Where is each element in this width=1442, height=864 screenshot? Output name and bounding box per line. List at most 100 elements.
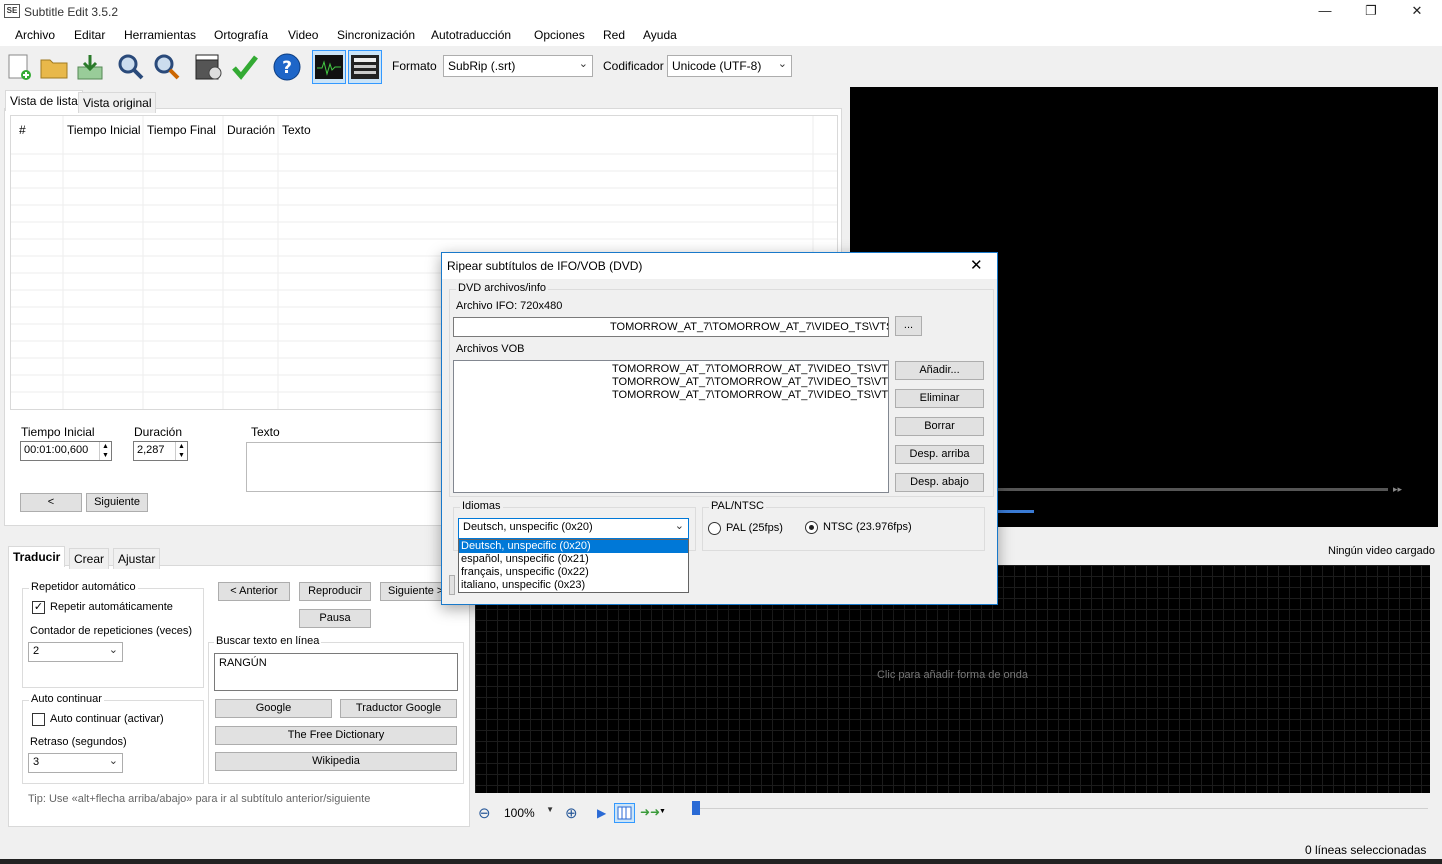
minimize-button[interactable]: — — [1302, 0, 1348, 24]
auto-repeat-checkbox[interactable]: ✓ — [32, 601, 45, 614]
dialog-button-edge[interactable] — [449, 575, 455, 595]
vob-files-list[interactable]: TOMORROW_AT_7\TOMORROW_AT_7\VIDEO_TS\VTS… — [453, 360, 889, 493]
zoom-in-icon[interactable]: ⊕ — [565, 804, 578, 822]
format-label: Formato — [392, 59, 437, 73]
window-title: Subtitle Edit 3.5.2 — [24, 5, 119, 19]
menu-red[interactable]: Red — [603, 28, 625, 42]
tab-ajustar[interactable]: Ajustar — [113, 548, 161, 569]
menu-herramientas[interactable]: Herramientas — [124, 28, 196, 42]
google-translate-button[interactable]: Traductor Google — [340, 699, 457, 718]
menu-archivo[interactable]: Archivo — [15, 28, 55, 42]
chevron-down-icon[interactable]: ▼ — [659, 808, 666, 815]
menu-opciones[interactable]: Opciones — [534, 28, 585, 42]
menu-editar[interactable]: Editar — [74, 28, 105, 42]
status-selected-lines: 0 líneas seleccionadas — [1305, 843, 1427, 857]
volume-bar[interactable] — [998, 510, 1034, 513]
auto-continue-checkbox[interactable] — [32, 713, 45, 726]
repeat-count-select[interactable]: 2 ⌄ — [28, 642, 123, 662]
language-option[interactable]: italiano, unspecific (0x23) — [459, 579, 688, 592]
browse-button[interactable]: ... — [895, 316, 922, 336]
position-slider-track[interactable] — [700, 808, 1428, 809]
pause-button[interactable]: Pausa — [299, 609, 371, 628]
visual-sync-icon[interactable] — [192, 50, 226, 84]
zoom-out-icon[interactable]: ⊖ — [478, 804, 491, 822]
chevron-down-icon: ⌄ — [674, 520, 684, 532]
vob-files-label: Archivos VOB — [456, 343, 525, 355]
tab-vista-original[interactable]: Vista original — [78, 92, 157, 113]
start-time-input[interactable]: 00:01:00,600 ▲ ▼ — [20, 441, 112, 461]
svg-text:?: ? — [282, 58, 292, 78]
tab-traducir[interactable]: Traducir — [8, 546, 66, 567]
language-option[interactable]: Deutsch, unspecific (0x20) — [459, 540, 688, 553]
next-subtitle-button[interactable]: Siguiente > — [380, 582, 446, 601]
tab-crear[interactable]: Crear — [69, 548, 110, 569]
previous-subtitle-button[interactable]: < Anterior — [218, 582, 290, 601]
menu-video[interactable]: Video — [288, 28, 318, 42]
vob-file-item[interactable]: TOMORROW_AT_7\TOMORROW_AT_7\VIDEO_TS\VTS… — [612, 389, 888, 401]
spin-arrows-icon[interactable]: ▲ ▼ — [175, 442, 187, 460]
find-icon[interactable] — [114, 50, 148, 84]
auto-continue-title: Auto continuar — [29, 693, 104, 705]
new-file-icon[interactable] — [2, 50, 36, 84]
position-slider-thumb[interactable] — [692, 801, 700, 815]
delay-select[interactable]: 3 ⌄ — [28, 753, 123, 773]
format-select[interactable]: SubRip (.srt) ⌄ — [443, 55, 593, 77]
menu-bar: Archivo Editar Herramientas Ortografía V… — [0, 24, 1442, 46]
waveform-toggle-icon[interactable] — [312, 50, 346, 84]
tab-vista-de-lista[interactable]: Vista de lista — [5, 90, 83, 111]
menu-sincronizacion[interactable]: Sincronización — [337, 28, 415, 42]
search-text-input[interactable]: RANGÚN — [214, 653, 458, 691]
column-header-number[interactable]: # — [19, 123, 26, 137]
language-select[interactable]: Deutsch, unspecific (0x20) ⌄ — [458, 518, 689, 539]
add-vob-button[interactable]: Añadir... — [895, 361, 984, 380]
open-folder-icon[interactable] — [37, 50, 71, 84]
play-button[interactable]: Reproducir — [299, 582, 371, 601]
close-button[interactable]: ✕ — [1394, 0, 1440, 24]
vob-file-item[interactable]: TOMORROW_AT_7\TOMORROW_AT_7\VIDEO_TS\VTS… — [612, 363, 888, 375]
vob-file-item[interactable]: TOMORROW_AT_7\TOMORROW_AT_7\VIDEO_TS\VTS… — [612, 376, 888, 388]
subtitle-text-area[interactable] — [246, 442, 446, 492]
column-header-text[interactable]: Texto — [282, 123, 311, 137]
language-option[interactable]: español, unspecific (0x21) — [459, 553, 688, 566]
waveform-mode-icon[interactable] — [614, 803, 635, 823]
replace-icon[interactable] — [150, 50, 184, 84]
zoom-select[interactable]: 100% ▼ — [499, 803, 559, 823]
next-arrows-icon[interactable]: ➜➜ — [640, 805, 660, 819]
remove-vob-button[interactable]: Eliminar — [895, 389, 984, 408]
ntsc-radio[interactable] — [805, 521, 818, 534]
ifo-path-input[interactable]: TOMORROW_AT_7\TOMORROW_AT_7\VIDEO_TS\VTS… — [453, 317, 889, 337]
free-dictionary-button[interactable]: The Free Dictionary — [215, 726, 457, 745]
close-icon[interactable]: ✕ — [970, 256, 983, 274]
clear-vob-button[interactable]: Borrar — [895, 417, 984, 436]
menu-autotraduccion[interactable]: Autotraducción — [431, 28, 511, 42]
menu-ortografia[interactable]: Ortografía — [214, 28, 268, 42]
ifo-file-label: Archivo IFO: 720x480 — [456, 300, 563, 312]
fast-forward-icon[interactable]: ▸▸ — [1393, 484, 1402, 495]
video-toggle-icon[interactable] — [348, 50, 382, 84]
wikipedia-button[interactable]: Wikipedia — [215, 752, 457, 771]
menu-ayuda[interactable]: Ayuda — [643, 28, 677, 42]
pal-radio[interactable] — [708, 522, 721, 535]
move-down-button[interactable]: Desp. abajo — [895, 473, 984, 492]
repeat-count-label: Contador de repeticiones (veces) — [30, 625, 193, 637]
spell-check-icon[interactable] — [228, 50, 262, 84]
encoding-select[interactable]: Unicode (UTF-8) ⌄ — [667, 55, 792, 77]
column-header-end[interactable]: Tiempo Final — [147, 123, 216, 137]
spin-arrows-icon[interactable]: ▲ ▼ — [99, 442, 111, 460]
previous-line-button[interactable]: < — [20, 493, 82, 512]
auto-continue-check-label: Auto continuar (activar) — [50, 713, 164, 725]
video-seek-bar[interactable] — [998, 488, 1388, 491]
column-header-duration[interactable]: Duración — [227, 123, 275, 137]
google-button[interactable]: Google — [215, 699, 332, 718]
start-time-value: 00:01:00,600 — [24, 444, 89, 456]
play-waveform-icon[interactable]: ▶ — [597, 806, 606, 820]
move-up-button[interactable]: Desp. arriba — [895, 445, 984, 464]
language-option[interactable]: français, unspecific (0x22) — [459, 566, 688, 579]
save-download-icon[interactable] — [73, 50, 107, 84]
next-line-button[interactable]: Siguiente — [86, 493, 148, 512]
waveform-hint: Clic para añadir forma de onda — [876, 669, 1029, 681]
help-icon[interactable]: ? — [270, 50, 304, 84]
restore-button[interactable]: ❐ — [1348, 0, 1394, 24]
duration-input[interactable]: 2,287 ▲ ▼ — [133, 441, 188, 461]
column-header-start[interactable]: Tiempo Inicial — [67, 123, 141, 137]
